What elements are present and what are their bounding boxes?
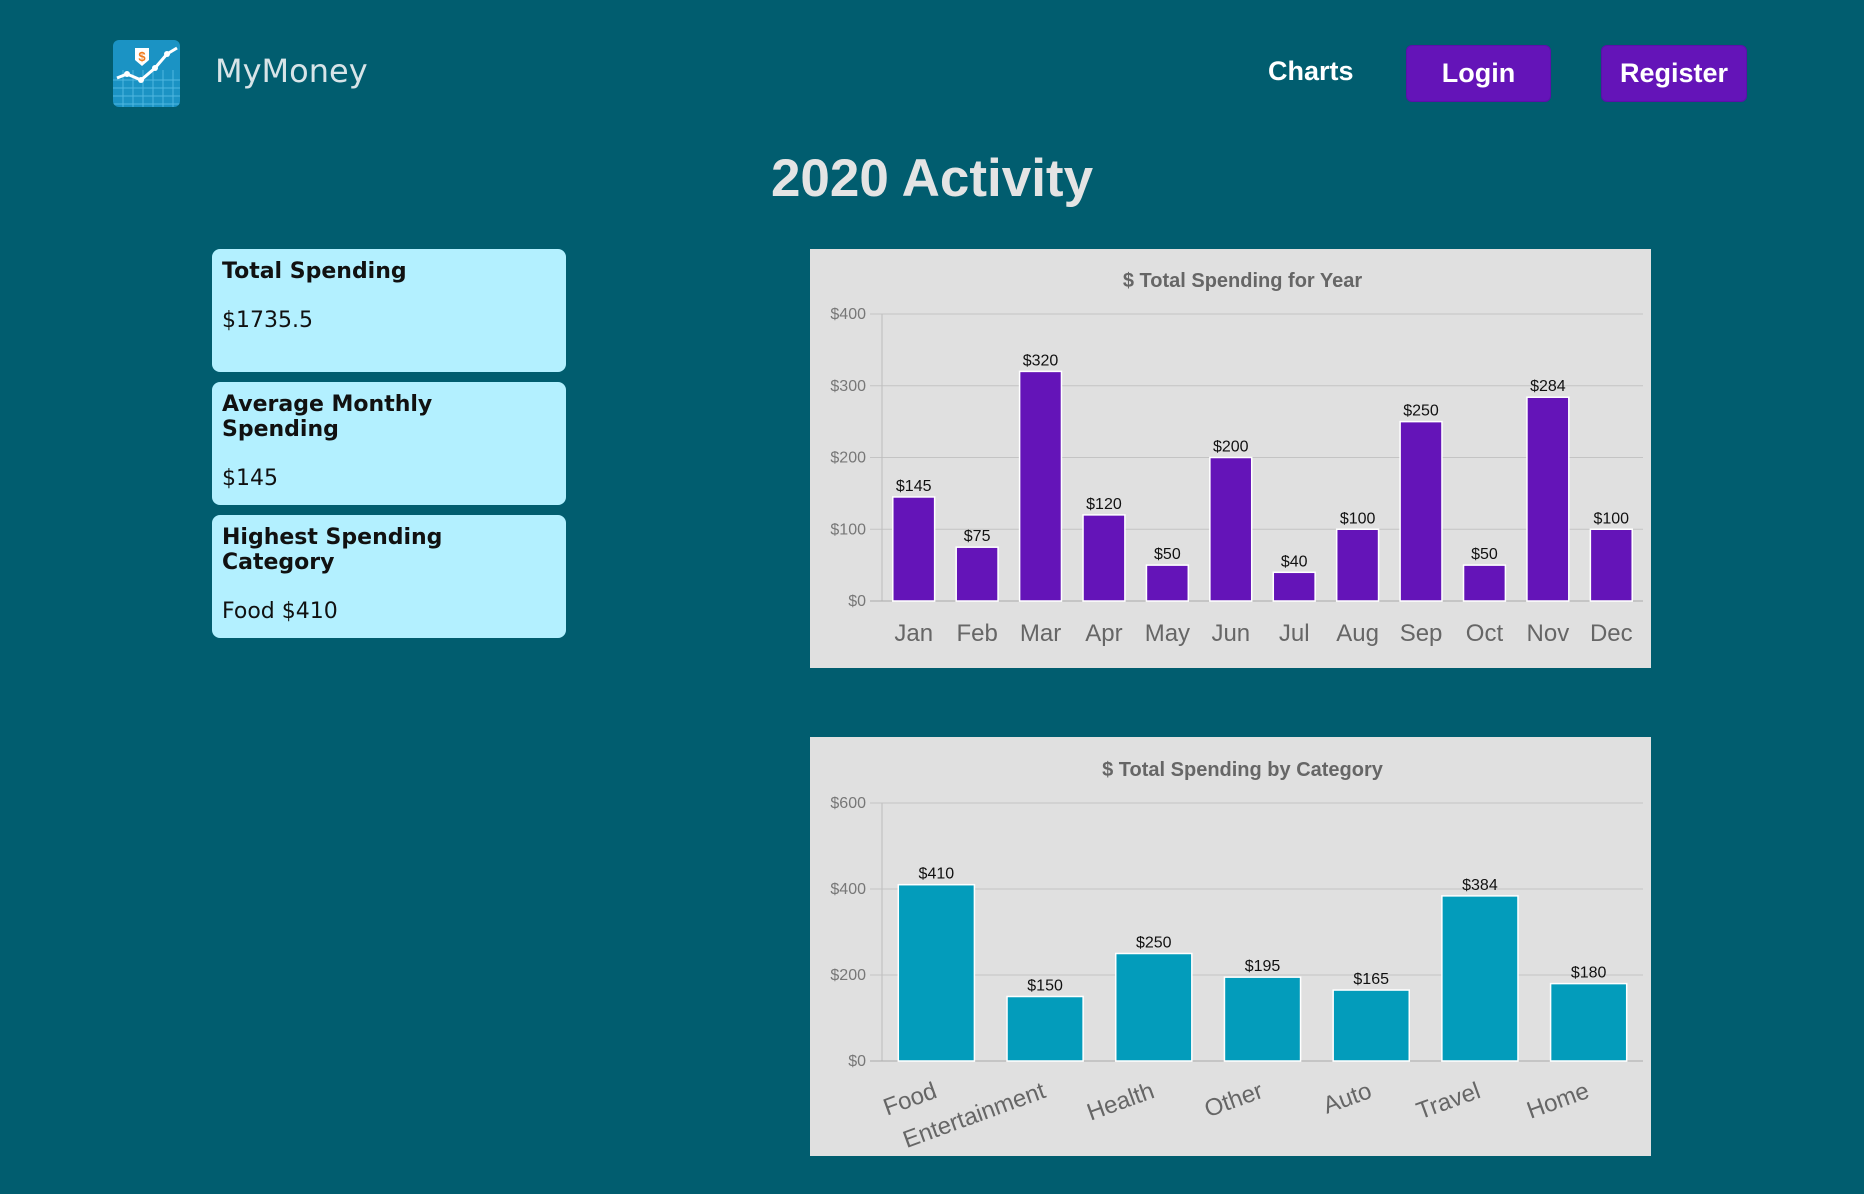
data-label: $384 [1462, 877, 1498, 894]
x-tick-label: Aug [1336, 620, 1379, 647]
y-tick-label: $200 [830, 450, 866, 467]
x-tick-label: Jun [1211, 620, 1250, 647]
average-monthly-spending-card: Average Monthly Spending $145 [212, 382, 566, 505]
x-tick-label: Auto [1320, 1077, 1376, 1119]
login-button[interactable]: Login [1406, 45, 1551, 102]
x-tick-label: Other [1201, 1077, 1267, 1123]
data-label: $200 [1213, 439, 1249, 456]
bar [1209, 456, 1253, 602]
data-label: $165 [1353, 971, 1389, 988]
bar [1589, 528, 1633, 602]
bar [1272, 571, 1316, 602]
category-spending-chart-svg: $ Total Spending by Category $0 $200 $400 $6… [830, 759, 1643, 1154]
data-label: $250 [1403, 403, 1439, 420]
register-button[interactable]: Register [1601, 45, 1747, 102]
data-label: $195 [1245, 958, 1281, 975]
x-tick-label: Apr [1085, 620, 1122, 647]
bar [1462, 564, 1507, 602]
bar [1082, 514, 1126, 602]
y-tick-label: $0 [848, 593, 866, 610]
card-label: Highest Spending Category [222, 525, 443, 575]
brand-name[interactable]: MyMoney [215, 52, 368, 90]
bar [1018, 370, 1063, 602]
data-label: $250 [1136, 935, 1172, 952]
y-tick-label: $0 [848, 1053, 866, 1070]
x-tick-label: Food [880, 1077, 941, 1121]
page-title: 2020 Activity [770, 149, 1094, 208]
data-label: $410 [919, 866, 955, 883]
bar [892, 496, 936, 602]
monthly-spending-chart-svg: $ Total Spending for Year $0 $100 $200 $300 $… [830, 270, 1643, 647]
svg-text:$: $ [138, 49, 146, 64]
data-label: $284 [1530, 378, 1566, 395]
bar [1441, 895, 1519, 1062]
data-label: $75 [964, 528, 991, 545]
card-value: $145 [222, 466, 278, 491]
x-tick-label: Health [1083, 1077, 1157, 1126]
page: $ MyMoney Charts Login Register 2020 Act… [0, 0, 1864, 1194]
nav-charts-link[interactable]: Charts [1268, 56, 1354, 87]
bar [897, 883, 976, 1062]
card-label: Average Monthly Spending [222, 392, 433, 442]
x-tick-label: Jan [894, 620, 933, 647]
x-tick-label: Mar [1020, 620, 1061, 647]
x-tick-label: Oct [1466, 620, 1504, 647]
y-tick-label: $300 [830, 378, 866, 395]
x-tick-label: Nov [1527, 620, 1570, 647]
bar [1332, 989, 1411, 1062]
chart-title: $ Total Spending for Year [1123, 270, 1363, 292]
x-tick-label: May [1145, 620, 1190, 647]
x-tick-label: Travel [1413, 1077, 1484, 1125]
x-tick-label: Jul [1279, 620, 1310, 647]
data-label: $180 [1571, 965, 1607, 982]
x-tick-label: Sep [1400, 620, 1443, 647]
x-tick-label: Feb [956, 620, 997, 647]
card-value: Food $410 [222, 599, 338, 624]
bar [1526, 396, 1570, 602]
bar [1145, 564, 1190, 602]
y-tick-label: $600 [830, 795, 866, 812]
bar [1223, 976, 1302, 1062]
data-label: $50 [1471, 546, 1498, 563]
x-tick-label: Home [1523, 1077, 1592, 1124]
data-label: $100 [1593, 510, 1629, 527]
category-spending-chart: $ Total Spending by Category $0 $200 $400 $6… [810, 737, 1651, 1156]
bar [1006, 995, 1084, 1062]
data-label: $120 [1086, 496, 1122, 513]
data-label: $150 [1027, 978, 1063, 995]
bar [1549, 982, 1628, 1062]
bar [1335, 528, 1380, 602]
dollar-trend-icon[interactable]: $ [113, 40, 180, 107]
chart-title: $ Total Spending by Category [1102, 759, 1384, 781]
y-tick-label: $400 [830, 306, 866, 323]
data-label: $145 [896, 478, 932, 495]
highest-spending-category-card: Highest Spending Category Food $410 [212, 515, 566, 638]
bar [1399, 420, 1443, 602]
y-tick-label: $400 [830, 881, 866, 898]
x-tick-label: Dec [1590, 620, 1633, 647]
card-label: Total Spending [222, 259, 407, 284]
card-value: $1735.5 [222, 308, 313, 333]
data-label: $40 [1281, 553, 1308, 570]
total-spending-card: Total Spending $1735.5 [212, 249, 566, 372]
data-label: $320 [1023, 352, 1059, 369]
y-tick-label: $100 [830, 521, 866, 538]
monthly-spending-chart: $ Total Spending for Year $0 $100 $200 $300 $… [810, 249, 1651, 668]
bar [955, 546, 999, 602]
data-label: $100 [1340, 510, 1376, 527]
data-label: $50 [1154, 546, 1181, 563]
y-tick-label: $200 [830, 967, 866, 984]
bar [1114, 952, 1193, 1062]
